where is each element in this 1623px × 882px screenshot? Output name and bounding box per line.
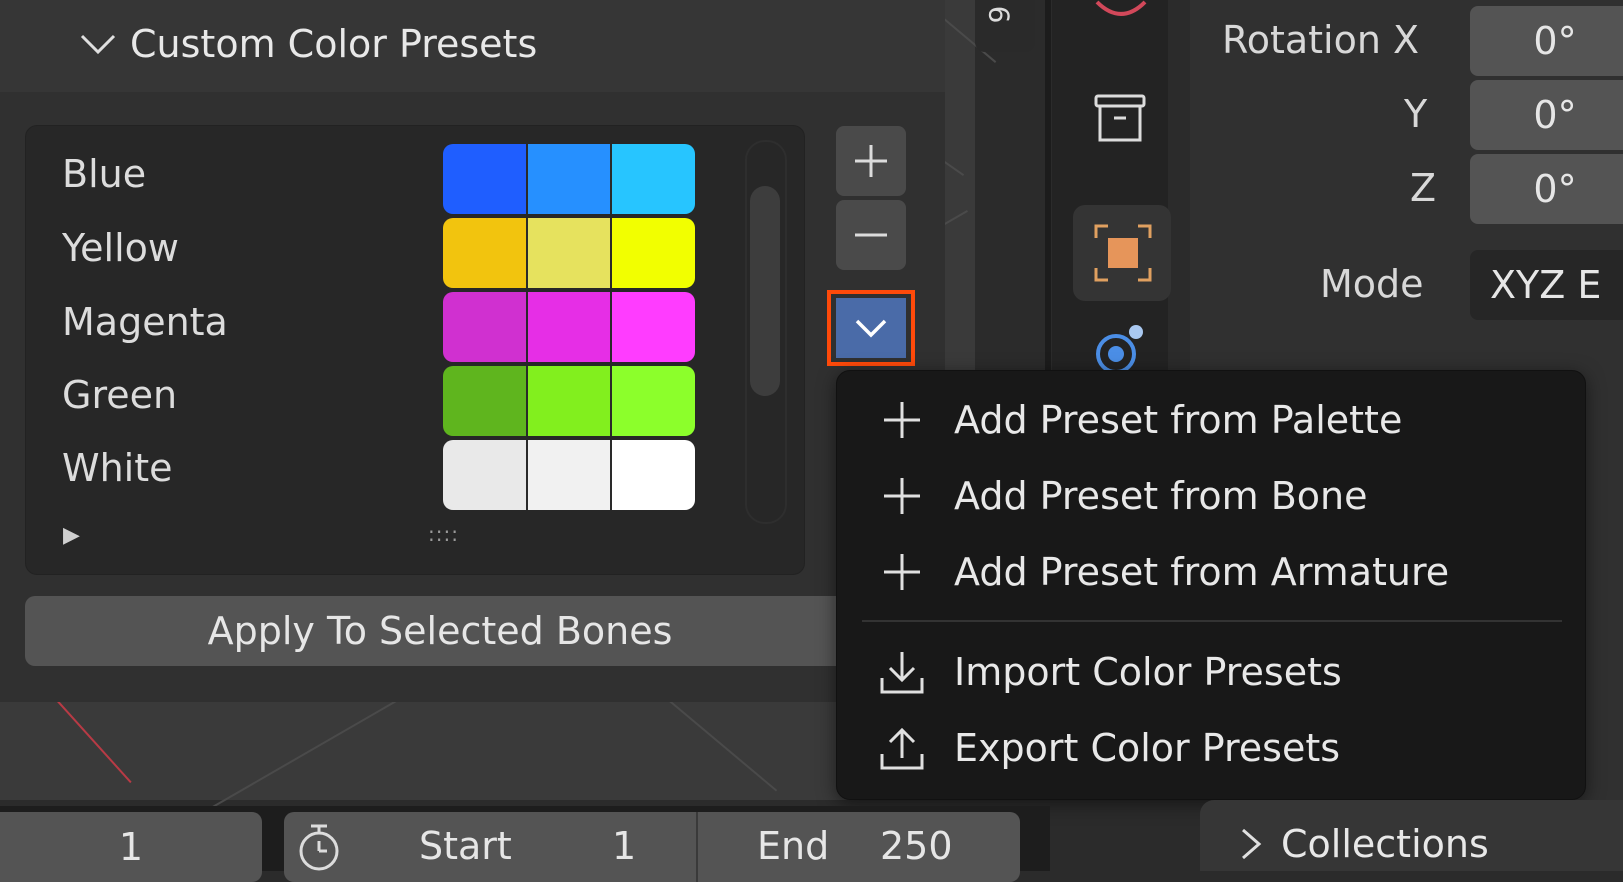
archive-icon[interactable]	[1090, 88, 1150, 148]
preset-label-green[interactable]: Green	[62, 373, 177, 417]
collections-header[interactable]: Collections	[1235, 822, 1489, 866]
swatch-row-magenta[interactable]	[443, 292, 695, 362]
rotation-y-field[interactable]: 0°	[1470, 80, 1623, 150]
menu-item-label: Add Preset from Bone	[954, 474, 1368, 518]
start-frame-label[interactable]: Start	[419, 824, 512, 868]
add-preset-button[interactable]	[836, 126, 906, 196]
preset-label-magenta[interactable]: Magenta	[62, 300, 228, 344]
end-frame-value[interactable]: 250	[880, 824, 953, 868]
sidebar-tab-label: 6	[982, 5, 1016, 24]
color-presets-panel: Custom Color Presets Blue Yellow Magenta…	[0, 0, 945, 702]
end-frame-label[interactable]: End	[757, 824, 829, 868]
apply-button-label: Apply To Selected Bones	[207, 609, 673, 653]
menu-item-label: Add Preset from Palette	[954, 398, 1403, 442]
rotation-z-label: Z	[1410, 166, 1437, 210]
remove-preset-button[interactable]	[836, 200, 906, 270]
menu-item-label: Import Color Presets	[954, 650, 1342, 694]
plus-icon	[884, 402, 920, 438]
object-properties-icon[interactable]	[1090, 220, 1156, 286]
menu-item-label: Add Preset from Armature	[954, 550, 1450, 594]
preset-label-blue[interactable]: Blue	[62, 152, 146, 196]
apply-to-selected-bones-button[interactable]: Apply To Selected Bones	[25, 596, 855, 666]
menu-separator	[862, 620, 1562, 622]
menu-item-add-preset-from-armature[interactable]: Add Preset from Armature	[878, 542, 1449, 602]
swatch-row-yellow[interactable]	[443, 218, 695, 288]
rotation-y-label: Y	[1404, 92, 1428, 136]
rotation-z-field[interactable]: 0°	[1470, 154, 1623, 224]
menu-item-import-color-presets[interactable]: Import Color Presets	[878, 642, 1342, 702]
color-swatch[interactable]	[527, 218, 613, 288]
plus-icon	[884, 554, 920, 590]
color-swatch[interactable]	[612, 366, 695, 436]
physics-icon[interactable]	[1090, 322, 1150, 372]
swatch-row-blue[interactable]	[443, 144, 695, 214]
rotation-x-field[interactable]: 0°	[1470, 6, 1623, 76]
menu-item-export-color-presets[interactable]: Export Color Presets	[878, 718, 1340, 778]
rotation-mode-select[interactable]: XYZ E	[1470, 250, 1623, 320]
menu-item-add-preset-from-bone[interactable]: Add Preset from Bone	[878, 466, 1368, 526]
preset-menu-dropdown-button[interactable]	[836, 298, 906, 358]
color-swatch[interactable]	[527, 440, 613, 510]
color-swatch[interactable]	[527, 144, 613, 214]
current-frame-field[interactable]: 1	[0, 812, 262, 882]
chevron-down-icon	[855, 319, 887, 338]
rotation-x-label: Rotation X	[1222, 18, 1420, 62]
color-swatch[interactable]	[443, 366, 528, 436]
plus-icon	[855, 145, 887, 177]
plus-icon	[884, 478, 920, 514]
rotation-mode-label: Mode	[1320, 262, 1424, 306]
export-icon	[880, 727, 924, 770]
panel-title[interactable]: Custom Color Presets	[78, 22, 537, 66]
resize-grip[interactable]: ::::	[428, 522, 459, 546]
swatch-row-white[interactable]	[443, 440, 695, 510]
rotation-x-value: 0°	[1533, 19, 1577, 63]
color-swatch[interactable]	[612, 144, 695, 214]
color-swatch[interactable]	[527, 366, 613, 436]
color-swatch[interactable]	[443, 144, 528, 214]
range-divider	[696, 812, 698, 882]
current-frame-value: 1	[118, 825, 144, 869]
constraint-icon[interactable]	[1095, 0, 1147, 20]
expand-arrow-icon[interactable]: ▶	[63, 523, 80, 548]
color-swatch[interactable]	[443, 218, 528, 288]
import-icon	[880, 652, 924, 694]
stopwatch-icon[interactable]	[292, 820, 346, 874]
color-swatch[interactable]	[443, 440, 528, 510]
color-swatch[interactable]	[443, 292, 528, 362]
start-frame-value[interactable]: 1	[612, 824, 636, 868]
list-scroll-thumb[interactable]	[750, 186, 780, 396]
rotation-mode-value: XYZ E	[1490, 263, 1602, 307]
preset-label-white[interactable]: White	[62, 446, 173, 490]
color-swatch[interactable]	[612, 440, 695, 510]
menu-item-add-preset-from-palette[interactable]: Add Preset from Palette	[878, 390, 1402, 450]
swatch-row-green[interactable]	[443, 366, 695, 436]
collections-label-text: Collections	[1281, 822, 1489, 866]
preset-label-yellow[interactable]: Yellow	[62, 226, 179, 270]
minus-icon	[855, 233, 887, 237]
rotation-z-value: 0°	[1533, 167, 1577, 211]
menu-item-label: Export Color Presets	[954, 726, 1341, 770]
color-swatch[interactable]	[612, 292, 695, 362]
chevron-right-icon	[1242, 828, 1262, 860]
color-swatch[interactable]	[612, 218, 695, 288]
panel-title-text: Custom Color Presets	[130, 22, 538, 66]
color-swatch[interactable]	[527, 292, 613, 362]
rotation-y-value: 0°	[1533, 93, 1577, 137]
chevron-down-icon	[80, 34, 116, 55]
